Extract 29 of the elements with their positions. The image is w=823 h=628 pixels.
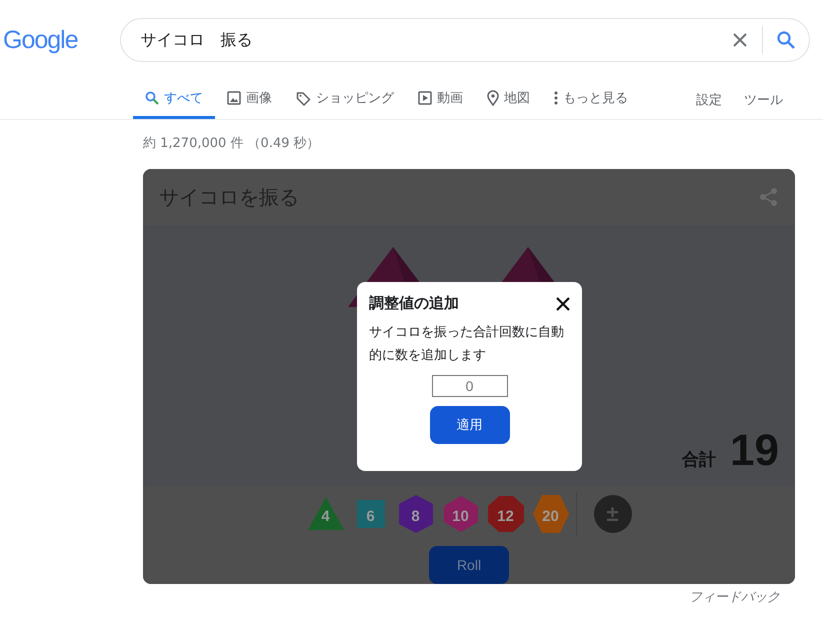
map-pin-icon [487, 90, 499, 106]
die-button[interactable]: 12 [486, 494, 526, 534]
die-button[interactable]: 6 [350, 494, 390, 534]
dialog-text: サイコロを振った合計回数に自動的に数を追加します [369, 324, 565, 365]
tools-link[interactable]: 設定 [696, 90, 722, 108]
feedback-link[interactable]: フィードバック [0, 584, 823, 606]
total-value: 19 [730, 426, 779, 476]
search-icon[interactable] [776, 31, 795, 49]
search-tab[interactable]: 画像 [215, 80, 284, 119]
search-field[interactable]: サイコロ 振る [120, 18, 810, 62]
dialog-title: 調整値の追加 [369, 294, 459, 313]
roll-button[interactable]: Roll [429, 546, 509, 584]
search-tab[interactable]: 地図 [475, 80, 542, 119]
search-tab[interactable]: すべて [133, 80, 215, 119]
more-icon [554, 91, 558, 105]
play-icon [418, 91, 432, 105]
search-tab[interactable]: ショッピング [284, 80, 406, 119]
search-icon [145, 91, 159, 105]
image-icon [227, 91, 241, 105]
tools-link[interactable]: ツール [744, 90, 783, 108]
logo[interactable]: Google [3, 26, 78, 54]
close-icon[interactable] [556, 296, 570, 310]
modifier-input[interactable]: 0 [432, 375, 508, 397]
apply-button[interactable]: 適用 [430, 406, 510, 444]
search-tab[interactable]: もっと見る [542, 80, 640, 119]
total-label: 合計 [682, 449, 716, 471]
tag-icon [296, 90, 311, 106]
result-stats: 約 1,270,000 件 （0.49 秒） [142, 135, 321, 153]
search-tab[interactable]: 動画 [406, 80, 475, 119]
